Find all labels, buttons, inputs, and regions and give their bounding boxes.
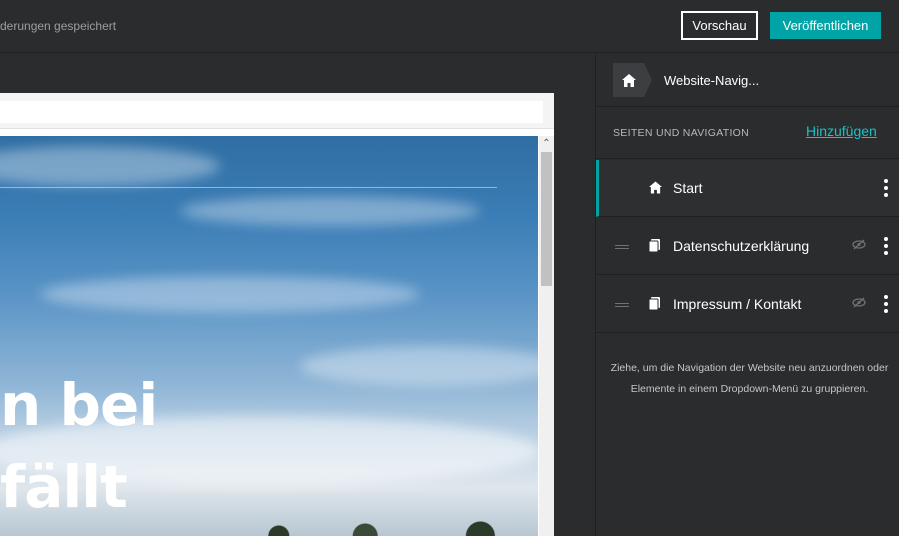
hero-divider-line bbox=[0, 187, 497, 188]
hero-heading[interactable]: n bei fällt bbox=[0, 364, 158, 528]
home-icon bbox=[621, 73, 636, 87]
preview-header-inner bbox=[0, 101, 543, 123]
preview-button[interactable]: Vorschau bbox=[681, 11, 758, 40]
navigation-panel: Website-Navig... SEITEN UND NAVIGATION H… bbox=[595, 54, 899, 536]
more-options-icon[interactable] bbox=[884, 237, 888, 255]
publish-button[interactable]: Veröffentlichen bbox=[770, 12, 881, 39]
cloud-shape bbox=[40, 276, 420, 312]
scroll-up-arrow-icon[interactable]: ⌃ bbox=[539, 136, 554, 151]
section-header: SEITEN UND NAVIGATION Hinzufügen bbox=[596, 106, 899, 159]
page-icon bbox=[648, 239, 660, 252]
more-options-icon[interactable] bbox=[884, 295, 888, 313]
more-options-icon[interactable] bbox=[884, 179, 888, 197]
scroll-thumb[interactable] bbox=[541, 152, 552, 286]
nav-item-impressum[interactable]: Impressum / Kontakt bbox=[596, 276, 899, 333]
drag-handle-icon[interactable] bbox=[615, 245, 629, 249]
hidden-eye-icon[interactable] bbox=[852, 297, 866, 308]
nav-item-label: Impressum / Kontakt bbox=[673, 296, 802, 312]
hero-heading-line-1: n bei bbox=[0, 371, 158, 439]
drag-handle-icon[interactable] bbox=[615, 303, 629, 307]
page-icon bbox=[648, 297, 660, 310]
hidden-eye-icon[interactable] bbox=[852, 239, 866, 250]
website-preview-frame[interactable]: n bei fällt ⌃ bbox=[0, 93, 554, 536]
nav-item-datenschutz[interactable]: Datenschutzerklärung bbox=[596, 218, 899, 275]
nav-item-label: Start bbox=[673, 180, 703, 196]
home-icon bbox=[649, 181, 662, 194]
treeline-image bbox=[250, 516, 538, 536]
nav-item-start[interactable]: Start bbox=[596, 160, 899, 217]
breadcrumb-label: Website-Navig... bbox=[664, 72, 760, 88]
nav-item-label: Datenschutzerklärung bbox=[673, 238, 810, 254]
preview-scrollbar[interactable]: ⌃ bbox=[539, 136, 554, 536]
preview-header-bar bbox=[0, 93, 554, 129]
section-title: SEITEN UND NAVIGATION bbox=[613, 127, 750, 139]
cloud-shape bbox=[180, 196, 480, 226]
add-page-link[interactable]: Hinzufügen bbox=[806, 123, 877, 139]
hero-heading-line-2: fällt bbox=[0, 453, 128, 521]
cloud-shape bbox=[300, 346, 538, 386]
breadcrumb: Website-Navig... bbox=[613, 63, 759, 97]
cloud-shape bbox=[0, 146, 220, 186]
top-bar: derungen gespeichert Vorschau Veröffentl… bbox=[0, 0, 899, 53]
navigation-hint-text: Ziehe, um die Navigation der Website neu… bbox=[610, 362, 889, 395]
breadcrumb-home-button[interactable] bbox=[613, 63, 652, 97]
hero-section[interactable]: n bei fällt bbox=[0, 136, 538, 536]
save-status-text: derungen gespeichert bbox=[0, 19, 117, 33]
